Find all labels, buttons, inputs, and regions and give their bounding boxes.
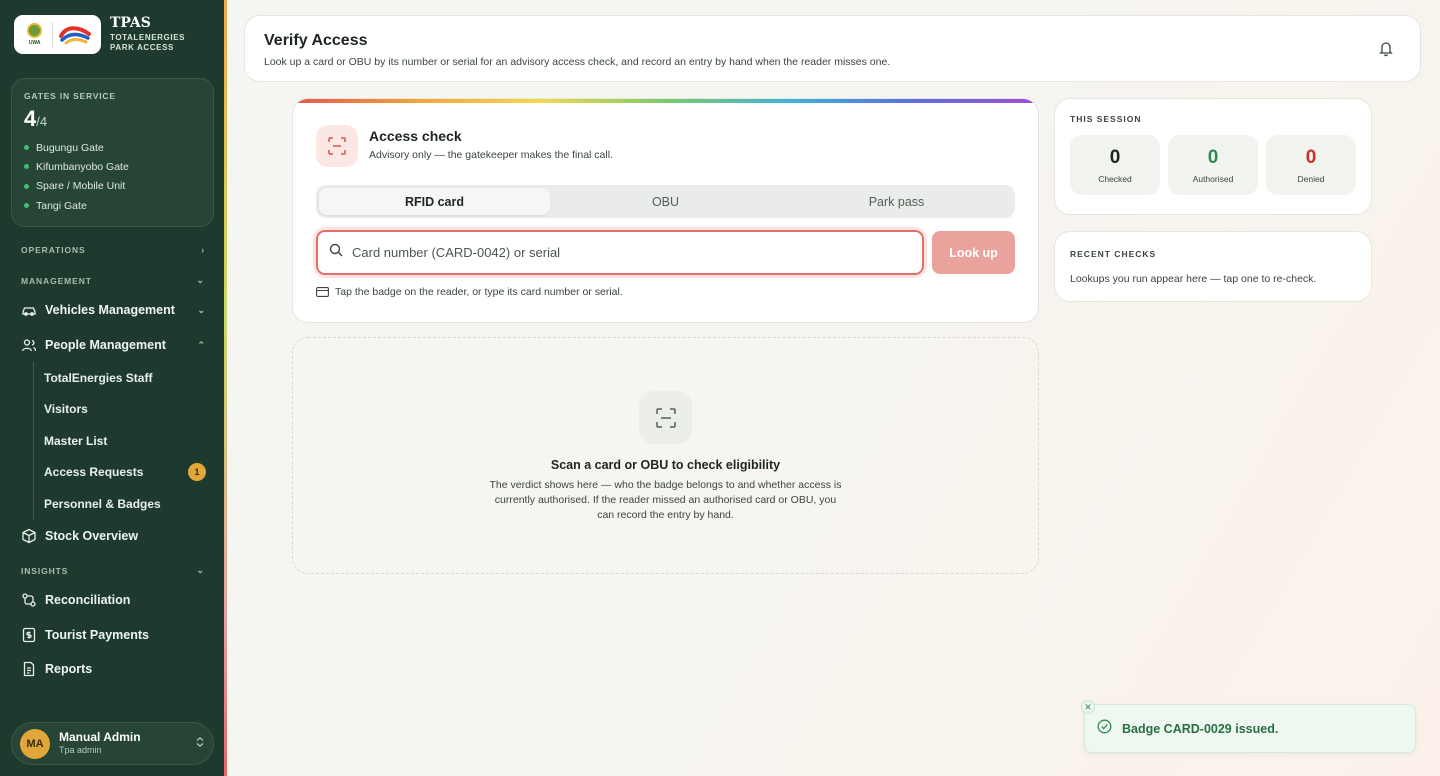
sidebar-item-reconciliation[interactable]: Reconciliation xyxy=(21,588,205,612)
sidebar-item-tourist-payments[interactable]: Tourist Payments xyxy=(21,623,205,647)
sidebar-item-access-requests[interactable]: Access Requests 1 xyxy=(44,461,206,483)
brand-logos: UWA xyxy=(14,15,101,54)
chevron-up-icon: ⌃ xyxy=(197,339,205,350)
session-label: THIS SESSION xyxy=(1070,114,1142,124)
gate-list: Bugungu Gate Kifumbanyobo Gate Spare / M… xyxy=(24,138,201,215)
gate-item: Bugungu Gate xyxy=(24,138,201,157)
gate-item: Spare / Mobile Unit xyxy=(24,177,201,196)
look-up-button[interactable]: Look up xyxy=(932,231,1015,274)
recent-description: Lookups you run appear here — tap one to… xyxy=(1070,273,1317,285)
input-hint: Tap the badge on the reader, or type its… xyxy=(316,286,623,298)
chevron-down-icon: ⌄ xyxy=(196,565,205,575)
close-icon[interactable]: ✕ xyxy=(1081,700,1095,714)
totalenergies-logo xyxy=(59,25,92,44)
reconcile-icon xyxy=(21,592,37,608)
logo-divider xyxy=(51,21,53,48)
toast-message: Badge CARD-0029 issued. xyxy=(1122,721,1279,736)
toast-notification: ✕ Badge CARD-0029 issued. xyxy=(1081,700,1416,753)
bell-icon[interactable] xyxy=(1378,40,1394,62)
chevron-right-icon: › xyxy=(201,245,205,255)
scan-frame-icon xyxy=(639,391,692,444)
status-dot xyxy=(24,203,29,209)
chevron-updown-icon xyxy=(195,735,205,753)
chevron-down-icon: ⌄ xyxy=(197,304,205,315)
sidebar-accent-edge xyxy=(224,0,227,776)
empty-title: Scan a card or OBU to check eligibility xyxy=(550,458,781,472)
page-title: Verify Access xyxy=(264,32,368,49)
page-header: Verify Access Look up a card or OBU by i… xyxy=(244,15,1421,82)
stat-label: Authorised xyxy=(1192,173,1234,184)
brand-subtitle: TOTALENERGIES PARK ACCESS xyxy=(110,33,186,52)
avatar: MA xyxy=(20,728,50,759)
gates-count: 4/4 xyxy=(24,106,48,131)
uwa-logo: UWA xyxy=(23,20,47,50)
sidebar-item-people[interactable]: People Management ⌃ xyxy=(21,333,205,357)
submenu-rail xyxy=(33,362,34,520)
gate-item: Tangi Gate xyxy=(24,196,201,215)
user-menu[interactable]: MA Manual Admin Tpa admin xyxy=(11,722,214,765)
card-number-input[interactable] xyxy=(352,245,911,260)
sidebar-item-totalenergies-staff[interactable]: TotalEnergies Staff xyxy=(44,367,206,389)
empty-description: The verdict shows here — who the badge b… xyxy=(489,479,842,521)
sidebar-item-reports[interactable]: Reports xyxy=(21,657,205,681)
nav-section-insights[interactable]: INSIGHTS ⌄ xyxy=(21,565,205,576)
nav-section-management[interactable]: MANAGEMENT ⌄ xyxy=(21,275,205,286)
verdict-empty-state: Scan a card or OBU to check eligibility … xyxy=(292,337,1039,574)
stat-checked: 0 Checked xyxy=(1070,135,1160,195)
user-name: Manual Admin xyxy=(59,730,141,745)
brand-title: TPAS xyxy=(110,15,151,31)
stat-value: 0 xyxy=(1305,146,1317,168)
gates-label: GATES IN SERVICE xyxy=(24,91,116,101)
search-icon xyxy=(329,243,343,262)
user-role: Tpa admin xyxy=(59,745,102,756)
stat-label: Denied xyxy=(1297,173,1325,184)
page-description: Look up a card or OBU by its number or s… xyxy=(264,56,891,68)
status-dot xyxy=(24,183,29,189)
notification-badge: 1 xyxy=(188,463,206,481)
sidebar-item-vehicles[interactable]: Vehicles Management ⌄ xyxy=(21,298,205,322)
box-icon xyxy=(21,528,37,544)
document-icon xyxy=(21,661,37,677)
card-title: Access check xyxy=(369,128,462,144)
receipt-dollar-icon xyxy=(21,627,37,643)
credential-type-tabs: RFID card OBU Park pass xyxy=(316,185,1015,218)
sidebar-item-personnel-badges[interactable]: Personnel & Badges xyxy=(44,493,206,515)
session-stats-card: THIS SESSION 0 Checked 0 Authorised 0 De… xyxy=(1054,98,1372,215)
sidebar-item-stock[interactable]: Stock Overview xyxy=(21,524,205,548)
gate-item: Kifumbanyobo Gate xyxy=(24,157,201,176)
gates-in-service-card: GATES IN SERVICE 4/4 Bugungu Gate Kifumb… xyxy=(11,78,214,227)
credit-card-icon xyxy=(316,287,329,297)
check-circle-icon xyxy=(1097,719,1112,739)
brand[interactable]: UWA TPAS TOTALENERGIES PARK ACCESS xyxy=(14,15,185,54)
recent-label: RECENT CHECKS xyxy=(1070,249,1157,259)
tab-park-pass[interactable]: Park pass xyxy=(781,188,1012,215)
sidebar: UWA TPAS TOTALENERGIES PARK ACCESS GATES… xyxy=(0,0,224,776)
nav-section-operations[interactable]: OPERATIONS › xyxy=(21,245,205,255)
status-dot xyxy=(24,145,29,151)
access-check-card: Access check Advisory only — the gatekee… xyxy=(292,98,1039,323)
recent-checks-card: RECENT CHECKS Lookups you run appear her… xyxy=(1054,231,1372,302)
scan-icon xyxy=(316,125,358,167)
stat-denied: 0 Denied xyxy=(1266,135,1356,195)
sidebar-item-master-list[interactable]: Master List xyxy=(44,430,206,452)
stat-authorised: 0 Authorised xyxy=(1168,135,1258,195)
users-icon xyxy=(21,337,37,353)
search-field[interactable] xyxy=(316,230,924,275)
stat-value: 0 xyxy=(1109,146,1121,168)
rainbow-bar xyxy=(293,99,1038,103)
sidebar-item-visitors[interactable]: Visitors xyxy=(44,398,206,420)
card-subtitle: Advisory only — the gatekeeper makes the… xyxy=(369,149,613,161)
stat-label: Checked xyxy=(1098,173,1132,184)
status-dot xyxy=(24,164,29,170)
tab-rfid-card[interactable]: RFID card xyxy=(319,188,550,215)
tab-obu[interactable]: OBU xyxy=(550,188,781,215)
stat-value: 0 xyxy=(1207,146,1219,168)
chevron-down-icon: ⌄ xyxy=(196,275,205,285)
car-icon xyxy=(21,302,37,318)
